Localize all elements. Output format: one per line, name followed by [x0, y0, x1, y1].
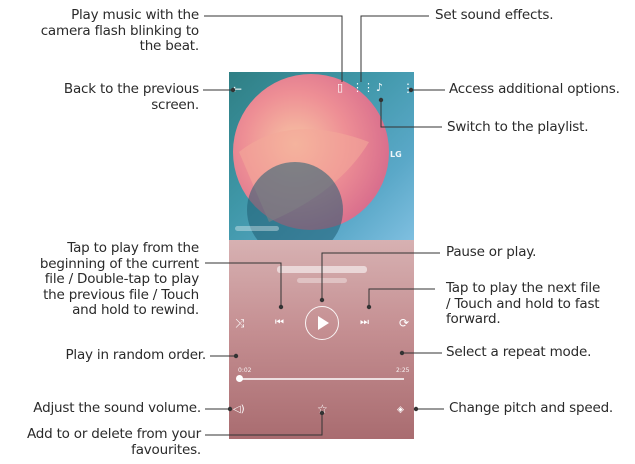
line-sound-effects [360, 15, 429, 82]
callout-tap-play: Tap to play from the beginning of the cu… [39, 240, 199, 318]
line-tap-play [205, 262, 282, 307]
dot-favourites [319, 410, 325, 416]
dot-volume [227, 406, 233, 412]
dot-tap-play [278, 304, 284, 310]
dot-next [366, 304, 372, 310]
line-playlist [380, 100, 442, 128]
dot-back [230, 87, 236, 93]
dot-options [408, 87, 414, 93]
line-favourites [205, 413, 323, 436]
callout-favourites: Add to or delete from your favourites. [26, 426, 201, 458]
dot-pause-play [319, 297, 325, 303]
dot-pitch [413, 406, 419, 412]
line-next [368, 288, 435, 307]
callout-repeat: Select a repeat mode. [446, 344, 592, 360]
dot-random [233, 353, 239, 359]
dot-playlist [378, 97, 384, 103]
line-camera-flash [204, 15, 343, 82]
dot-repeat [399, 350, 405, 356]
line-pause-play [321, 252, 440, 300]
callout-pitch: Change pitch and speed. [449, 400, 614, 416]
callout-random: Play in random order. [65, 347, 206, 363]
callout-lines [203, 15, 445, 436]
callout-volume: Adjust the sound volume. [33, 400, 201, 416]
callout-next: Tap to play the next file / Touch and ho… [446, 280, 601, 327]
callout-sound-effects: Set sound effects. [435, 7, 554, 23]
callout-camera-flash: Play music with the camera flash blinkin… [40, 7, 199, 54]
callout-pause-play: Pause or play. [446, 244, 537, 260]
callout-options: Access additional options. [449, 81, 620, 97]
callout-playlist: Switch to the playlist. [447, 119, 589, 135]
callout-back: Back to the previous screen. [63, 81, 199, 113]
